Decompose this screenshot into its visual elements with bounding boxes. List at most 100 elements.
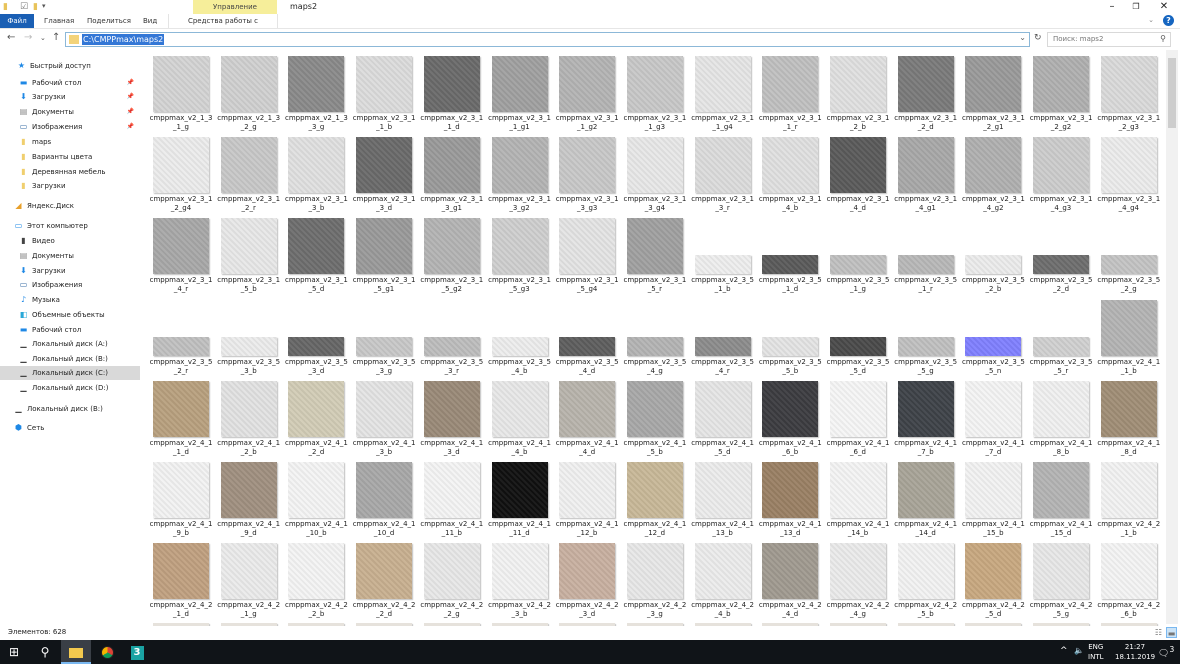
file-thumbnail[interactable] (491, 380, 548, 437)
file-thumbnail[interactable] (153, 462, 209, 518)
file-thumbnail[interactable] (288, 137, 345, 194)
file-thumbnail[interactable] (423, 462, 480, 518)
file-thumbnail[interactable] (830, 380, 886, 437)
file-thumbnail[interactable] (559, 462, 616, 518)
file-thumbnail[interactable] (830, 255, 886, 275)
file-thumbnail[interactable] (965, 255, 1022, 275)
sidebar-item[interactable]: ▁ Локальный диск (C:) (0, 366, 140, 380)
file-item[interactable]: cmppmax_v2_3_1_4_r (148, 216, 214, 297)
file-thumbnail[interactable] (1100, 137, 1157, 194)
file-thumbnail[interactable] (965, 137, 1022, 194)
file-item[interactable]: cmppmax_v2_3_1_1_g2 (554, 54, 620, 135)
file-thumbnail[interactable] (220, 462, 277, 518)
sidebar-item[interactable]: ▁ Локальный диск (D:) (0, 381, 140, 395)
sidebar-item[interactable]: ▭ Этот компьютер (0, 219, 140, 233)
file-item[interactable]: cmppmax_v2_3_5_5_n (960, 298, 1026, 379)
file-item[interactable]: cmppmax_v2_4_1_9_b (148, 460, 214, 541)
file-thumbnail[interactable] (762, 336, 819, 356)
sidebar-item[interactable]: ⬢ Сеть (0, 421, 140, 435)
forward-button[interactable]: → (24, 32, 32, 43)
file-thumbnail[interactable] (491, 137, 548, 194)
file-item[interactable]: cmppmax_v2_3_5_4_g (622, 298, 688, 379)
file-item[interactable]: cmppmax_v2_1_3_3_g (283, 54, 349, 135)
file-item[interactable]: cmppmax_v2_4_1_10_d (351, 460, 417, 541)
file-item[interactable]: cmppmax_v2_4_1_13_d (757, 460, 823, 541)
file-item[interactable]: cmppmax_v2_3_1_3_b (283, 135, 349, 216)
file-thumbnail[interactable] (626, 56, 683, 112)
file-item[interactable]: cmppmax_v2_3_1_1_g1 (487, 54, 553, 135)
file-item[interactable]: cmppmax_v2_4_1_4_d (554, 379, 620, 460)
file-thumbnail[interactable] (356, 380, 413, 437)
sidebar-item[interactable]: ★ Быстрый доступ (0, 59, 140, 73)
file-item[interactable]: cmppmax_v2_1_3_1_g (148, 54, 214, 135)
sidebar-item[interactable]: ◢ Яндекс.Диск (0, 199, 140, 213)
file-thumbnail[interactable] (897, 137, 954, 194)
file-item[interactable]: cmppmax_v2_3_5_5_g (893, 298, 959, 379)
file-item[interactable]: cmppmax_v2_4_1_2_b (216, 379, 282, 460)
file-item[interactable]: cmppmax_v2_3_5_5_r (1028, 298, 1094, 379)
file-thumbnail[interactable] (830, 462, 886, 518)
file-thumbnail[interactable] (1033, 380, 1090, 437)
sidebar-item[interactable]: ▮ Видео (0, 234, 140, 248)
file-item[interactable]: cmppmax_v2_3_1_4_g3 (1028, 135, 1094, 216)
sidebar-item[interactable]: ◧ Объемные объекты (0, 308, 140, 322)
file-thumbnail[interactable] (762, 137, 819, 194)
file-thumbnail[interactable] (694, 380, 751, 437)
file-thumbnail[interactable] (1033, 462, 1090, 518)
clock[interactable]: 21:27 18.11.2019 (1115, 642, 1155, 662)
file-thumbnail[interactable] (762, 543, 819, 600)
file-item[interactable]: cmppmax_v2_3_5_1_d (757, 216, 823, 297)
file-thumbnail[interactable] (491, 462, 548, 518)
file-item[interactable]: cmppmax_v2_4_1_10_b (283, 460, 349, 541)
file-item[interactable]: cmppmax_v2_4_1_1_b (1096, 298, 1162, 379)
customize-quick-access-icon[interactable]: ▾ (42, 2, 46, 10)
file-item[interactable]: cmppmax_v2_4_2_5_d (960, 541, 1026, 622)
file-thumbnail[interactable] (153, 543, 209, 600)
file-thumbnail[interactable] (491, 218, 548, 275)
chrome-icon[interactable] (92, 640, 122, 664)
file-thumbnail[interactable] (965, 543, 1022, 600)
sidebar-item[interactable]: ▭ Изображения 📌 (0, 120, 140, 134)
file-item[interactable]: cmppmax_v2_4_1_8_d (1096, 379, 1162, 460)
file-item[interactable]: cmppmax_v2_4_1_3_b (351, 379, 417, 460)
file-item[interactable]: cmppmax_v2_4_1_15_b (960, 460, 1026, 541)
file-thumbnail[interactable] (356, 137, 413, 194)
file-thumbnail[interactable] (220, 218, 277, 275)
file-item[interactable]: cmppmax_v2_4_1_6_b (757, 379, 823, 460)
tab-home[interactable]: Главная (38, 14, 80, 28)
file-thumbnail[interactable] (694, 56, 751, 112)
sidebar-item[interactable]: ▭ Изображения (0, 278, 140, 292)
file-item[interactable]: cmppmax_v2_3_1_5_g1 (351, 216, 417, 297)
file-item[interactable]: cmppmax_v2_4_1_4_b (487, 379, 553, 460)
sidebar-item[interactable]: ▮ maps (0, 135, 140, 149)
file-thumbnail[interactable] (694, 462, 751, 518)
file-thumbnail[interactable] (965, 462, 1022, 518)
file-thumbnail[interactable] (1100, 380, 1157, 437)
file-thumbnail[interactable] (423, 543, 480, 600)
file-item[interactable]: cmppmax_v2_3_5_2_b (960, 216, 1026, 297)
tab-file[interactable]: Файл (0, 14, 34, 28)
close-button[interactable]: ✕ (1152, 0, 1176, 14)
sidebar-item[interactable]: ⬇ Загрузки 📌 (0, 90, 140, 104)
file-item[interactable]: cmppmax_v2_3_1_1_r (757, 54, 823, 135)
file-thumbnail[interactable] (356, 462, 413, 518)
file-item[interactable]: cmppmax_v2_3_1_4_g4 (1096, 135, 1162, 216)
file-thumbnail[interactable] (1033, 56, 1090, 112)
search-icon[interactable]: ⚲ (1160, 34, 1166, 43)
file-item[interactable]: cmppmax_v2_3_5_3_g (351, 298, 417, 379)
file-item[interactable]: cmppmax_v2_3_5_1_b (690, 216, 756, 297)
file-item[interactable]: cmppmax_v2_3_5_4_d (554, 298, 620, 379)
sidebar-item[interactable]: ▮ Загрузки (0, 179, 140, 193)
file-item[interactable]: cmppmax_v2_3_5_4_r (690, 298, 756, 379)
show-hidden-icons[interactable]: ^ (1060, 646, 1068, 656)
file-thumbnail[interactable] (559, 543, 616, 600)
file-item[interactable]: cmppmax_v2_3_1_5_b (216, 216, 282, 297)
file-item[interactable]: cmppmax_v2_3_1_5_g4 (554, 216, 620, 297)
file-thumbnail[interactable] (153, 137, 209, 194)
file-item[interactable]: cmppmax_v2_3_1_2_b (825, 54, 891, 135)
file-thumbnail[interactable] (762, 56, 819, 112)
file-thumbnail[interactable] (762, 380, 819, 437)
file-thumbnail[interactable] (626, 218, 683, 275)
file-item[interactable]: cmppmax_v2_3_1_3_g1 (419, 135, 485, 216)
file-thumbnail[interactable] (762, 255, 819, 275)
